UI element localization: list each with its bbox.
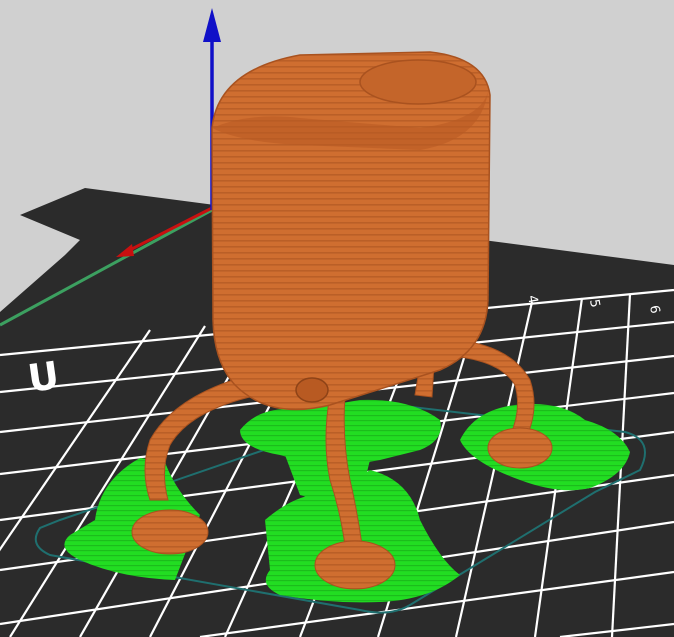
model-body [211,51,491,411]
bed-logo: U [25,353,62,401]
body-boss [295,377,329,403]
body-opening [359,59,477,105]
scene-canvas[interactable]: U 4 5 6 [0,0,674,637]
3d-viewport[interactable]: U 4 5 6 [0,0,674,637]
